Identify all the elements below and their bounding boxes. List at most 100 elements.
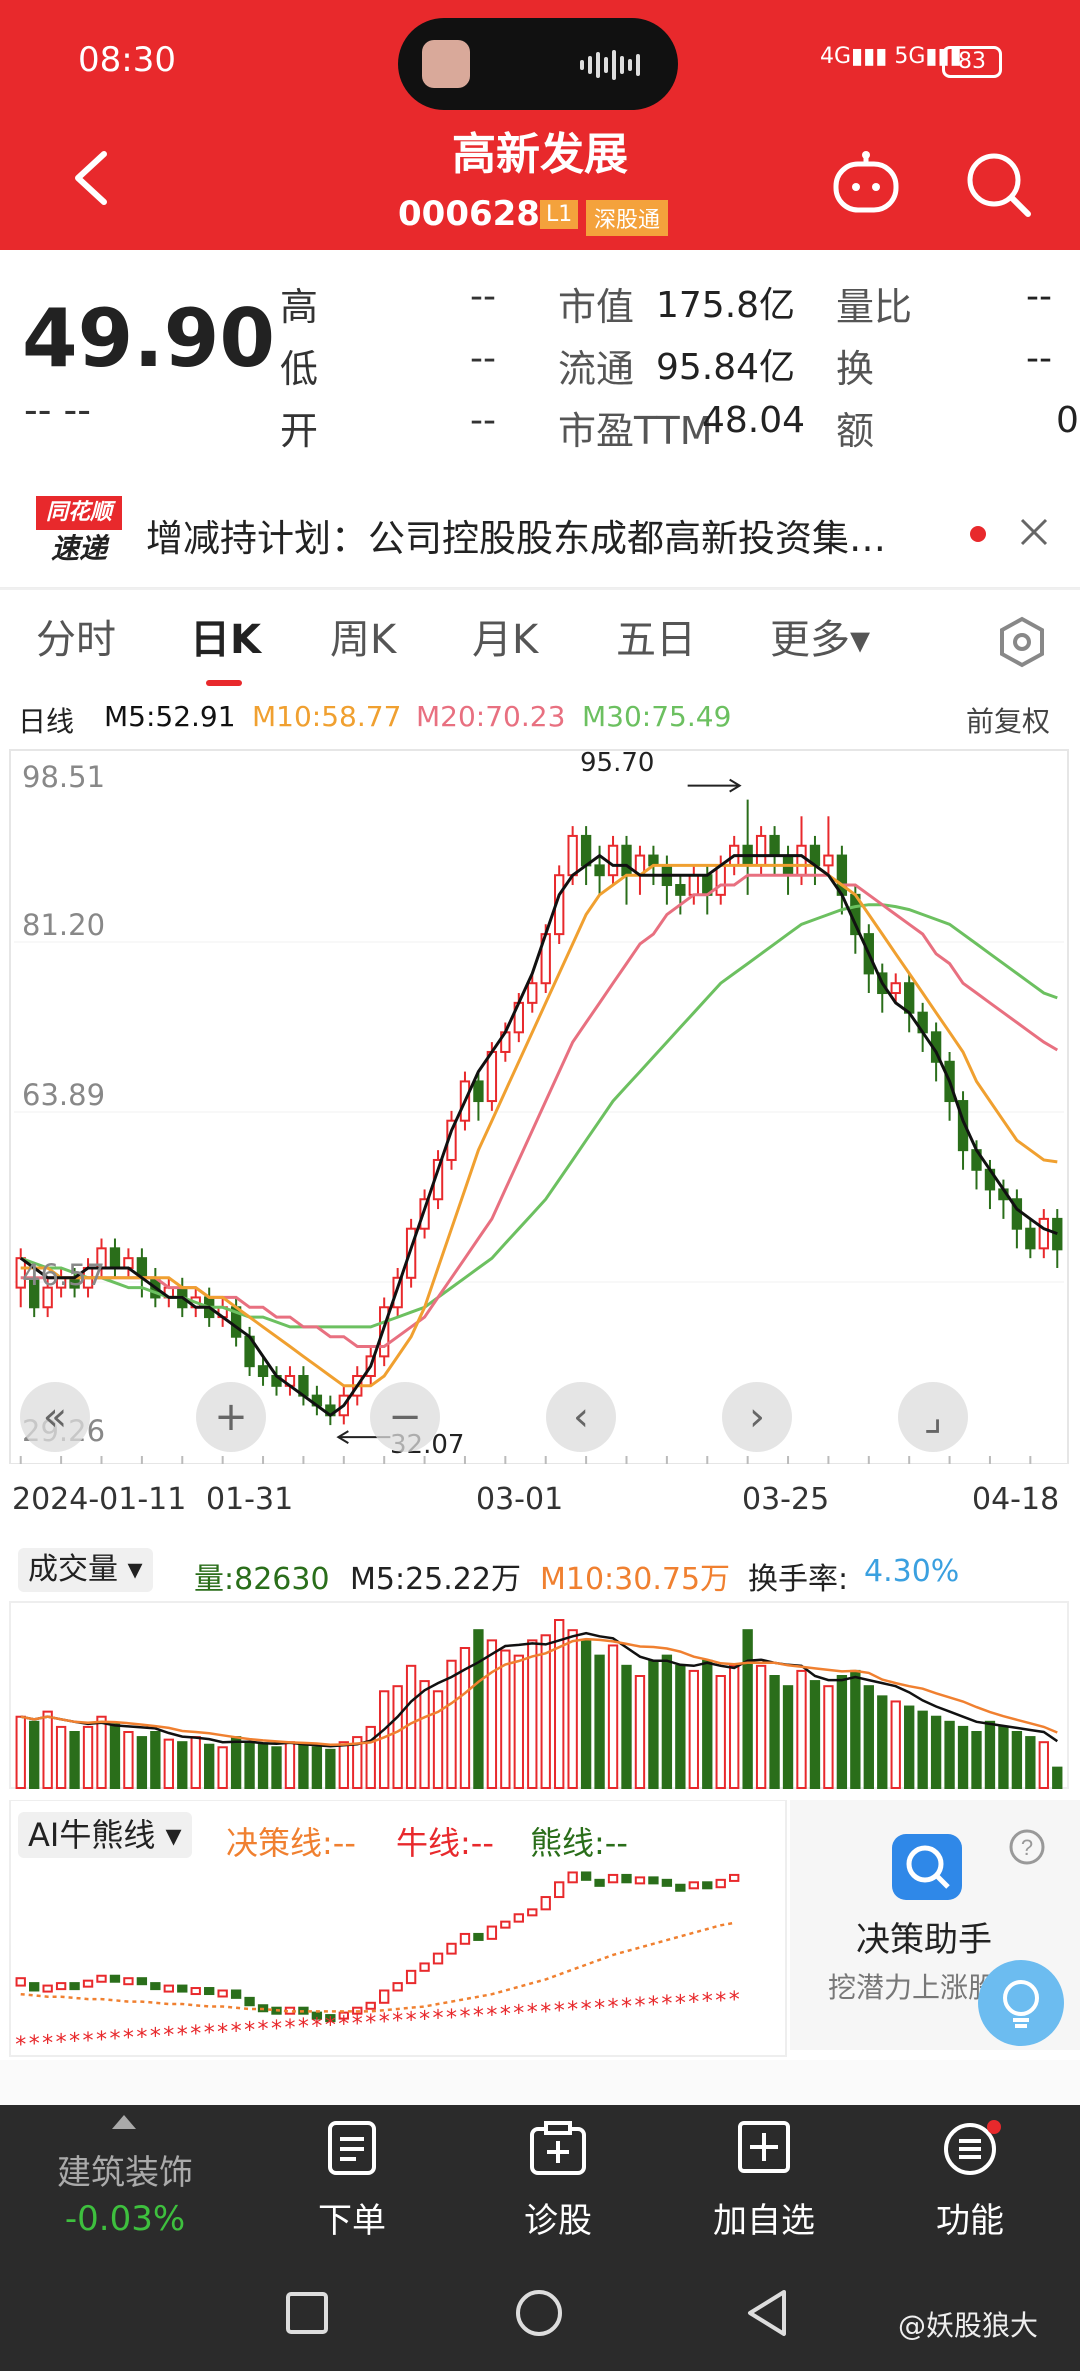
tab-monthly-k[interactable]: 月K bbox=[472, 590, 538, 690]
volume-bar-down bbox=[944, 1720, 955, 1789]
market-cap-value: 175.8亿 bbox=[656, 285, 796, 326]
candle-down bbox=[621, 844, 632, 877]
avatar bbox=[422, 40, 470, 88]
adjust-mode[interactable]: 前复权 bbox=[966, 700, 1050, 740]
tab-five-day[interactable]: 五日 bbox=[616, 590, 696, 690]
zoom-in-button[interactable]: + bbox=[196, 1382, 266, 1452]
price-change: -- -- bbox=[24, 388, 91, 432]
fullscreen-button[interactable]: ⌟ bbox=[898, 1382, 968, 1452]
add-watchlist-label: 加自选 bbox=[713, 2201, 815, 2241]
ai-selector[interactable]: AI牛熊线 ▾ bbox=[18, 1812, 192, 1858]
price-axis-label: 81.20 bbox=[22, 908, 106, 942]
ai-candle-up bbox=[527, 1908, 538, 1917]
ma10-value: M10:58.77 bbox=[252, 700, 402, 733]
tab-more[interactable]: 更多▾ bbox=[770, 590, 870, 690]
decision-assistant-card[interactable]: ? 决策助手 挖潜力上涨股 bbox=[790, 1800, 1080, 2050]
ai-candle-down bbox=[136, 1977, 148, 1986]
scroll-left-button[interactable]: ‹ bbox=[546, 1382, 616, 1452]
ai-candle-up bbox=[432, 1952, 444, 1965]
volume-bar-up bbox=[486, 1639, 498, 1790]
bull-line-star: * bbox=[459, 2005, 470, 2030]
ai-candle-up bbox=[96, 1974, 107, 1983]
tab-weekly-k[interactable]: 周K bbox=[330, 590, 396, 690]
volume-bar-down bbox=[177, 1741, 188, 1790]
price-axis-label: 98.51 bbox=[22, 760, 106, 794]
ai-candle-up bbox=[82, 1979, 94, 1988]
diagnose-button[interactable]: 诊股 bbox=[468, 2105, 648, 2260]
volume-bar-up bbox=[55, 1725, 67, 1789]
ai-candle-down bbox=[702, 1881, 713, 1890]
settings-hex-icon[interactable] bbox=[996, 616, 1048, 668]
scroll-right-button[interactable]: › bbox=[722, 1382, 792, 1452]
bull-line-star: * bbox=[56, 2030, 67, 2055]
period-tabs: 分时 日K 周K 月K 五日 更多▾ bbox=[0, 590, 1080, 690]
volume-bar-down bbox=[204, 1743, 215, 1790]
bull-line-star: * bbox=[15, 2033, 26, 2058]
robot-icon[interactable] bbox=[830, 150, 902, 216]
ai-candle-up bbox=[405, 1969, 417, 1985]
price-axis-label: 63.89 bbox=[22, 1078, 106, 1112]
ai-candle-up bbox=[42, 1984, 53, 1993]
candle-down bbox=[1025, 1227, 1036, 1250]
volume-bar-up bbox=[392, 1685, 403, 1789]
sector-info[interactable]: 建筑装饰 -0.03% bbox=[0, 2105, 250, 2260]
bull-line-star: * bbox=[621, 1995, 632, 2020]
bull-line-star: * bbox=[702, 1990, 713, 2015]
bull-line-star: * bbox=[594, 1996, 605, 2021]
home-icon[interactable] bbox=[514, 2288, 564, 2338]
bull-line-star: * bbox=[527, 2001, 538, 2026]
bull-line-value: 牛线:-- bbox=[396, 1824, 494, 1862]
order-button[interactable]: 下单 bbox=[262, 2105, 442, 2260]
close-icon[interactable] bbox=[1018, 516, 1050, 548]
tab-intraday[interactable]: 分时 bbox=[36, 590, 116, 690]
recent-apps-icon[interactable] bbox=[284, 2290, 330, 2336]
sector-change: -0.03% bbox=[64, 2199, 186, 2239]
volume-bar-down bbox=[702, 1659, 713, 1789]
back-icon[interactable] bbox=[70, 148, 110, 208]
volume-bar-down bbox=[809, 1680, 821, 1789]
ai-candle-up bbox=[513, 1913, 524, 1923]
svg-text:?: ? bbox=[1021, 1835, 1033, 1860]
volume-bar-down bbox=[769, 1675, 780, 1789]
turnover-rate-label: 换手率: bbox=[748, 1562, 849, 1597]
bull-line-star: * bbox=[715, 1989, 726, 2014]
volume-bar-down bbox=[230, 1736, 242, 1790]
news-logo-bottom: 速递 bbox=[50, 532, 107, 565]
bull-line-star: * bbox=[136, 2025, 147, 2050]
search-icon[interactable] bbox=[964, 150, 1034, 220]
lightbulb-button[interactable] bbox=[978, 1960, 1064, 2046]
volume-bar-down bbox=[1025, 1736, 1036, 1790]
bull-line-star: * bbox=[365, 2011, 376, 2036]
volume-bar-up bbox=[796, 1669, 807, 1789]
system-nav-bar: @妖股狼大 bbox=[0, 2260, 1080, 2371]
turnover-rate-value: 4.30% bbox=[864, 1554, 960, 1589]
volume-bar-down bbox=[836, 1675, 848, 1789]
bull-line-star: * bbox=[69, 2030, 80, 2055]
news-text[interactable]: 增减持计划：公司控股股东成都高新投资集… bbox=[146, 508, 946, 562]
ai-candle-down bbox=[648, 1876, 659, 1885]
candle-down bbox=[769, 834, 780, 857]
bull-line-star: * bbox=[446, 2006, 457, 2031]
news-logo-top: 同花顺 bbox=[36, 496, 122, 530]
functions-button[interactable]: 功能 bbox=[880, 2105, 1060, 2260]
help-icon[interactable]: ? bbox=[1008, 1828, 1046, 1866]
volume-selector[interactable]: 成交量 ▾ bbox=[18, 1548, 153, 1592]
high-label: 高 bbox=[280, 285, 319, 329]
amount-label: 额 bbox=[836, 409, 875, 453]
add-watchlist-button[interactable]: 加自选 bbox=[674, 2105, 854, 2260]
volume-bar-down bbox=[904, 1705, 915, 1789]
volume-bar-up bbox=[715, 1675, 726, 1789]
ma5-value: M5:52.91 bbox=[104, 700, 236, 733]
status-time: 08:30 bbox=[78, 40, 176, 80]
zoom-out-button[interactable]: − bbox=[370, 1382, 440, 1452]
bull-line-star: * bbox=[83, 2029, 94, 2054]
kline-chart[interactable]: 98.51 81.20 63.89 46.57 29.26 95.70 32.0… bbox=[0, 742, 1080, 1464]
tab-daily-k[interactable]: 日K bbox=[190, 590, 261, 690]
ai-candle-up bbox=[567, 1871, 578, 1884]
volume-bar-down bbox=[648, 1659, 659, 1789]
bull-line-star: * bbox=[675, 1991, 686, 2016]
ma20-line bbox=[20, 873, 1059, 1348]
back-nav-icon[interactable] bbox=[744, 2288, 790, 2338]
news-ticker[interactable]: 同花顺 速递 增减持计划：公司控股股东成都高新投资集… bbox=[0, 478, 1080, 588]
shrink-chart-button[interactable]: « bbox=[20, 1382, 90, 1452]
